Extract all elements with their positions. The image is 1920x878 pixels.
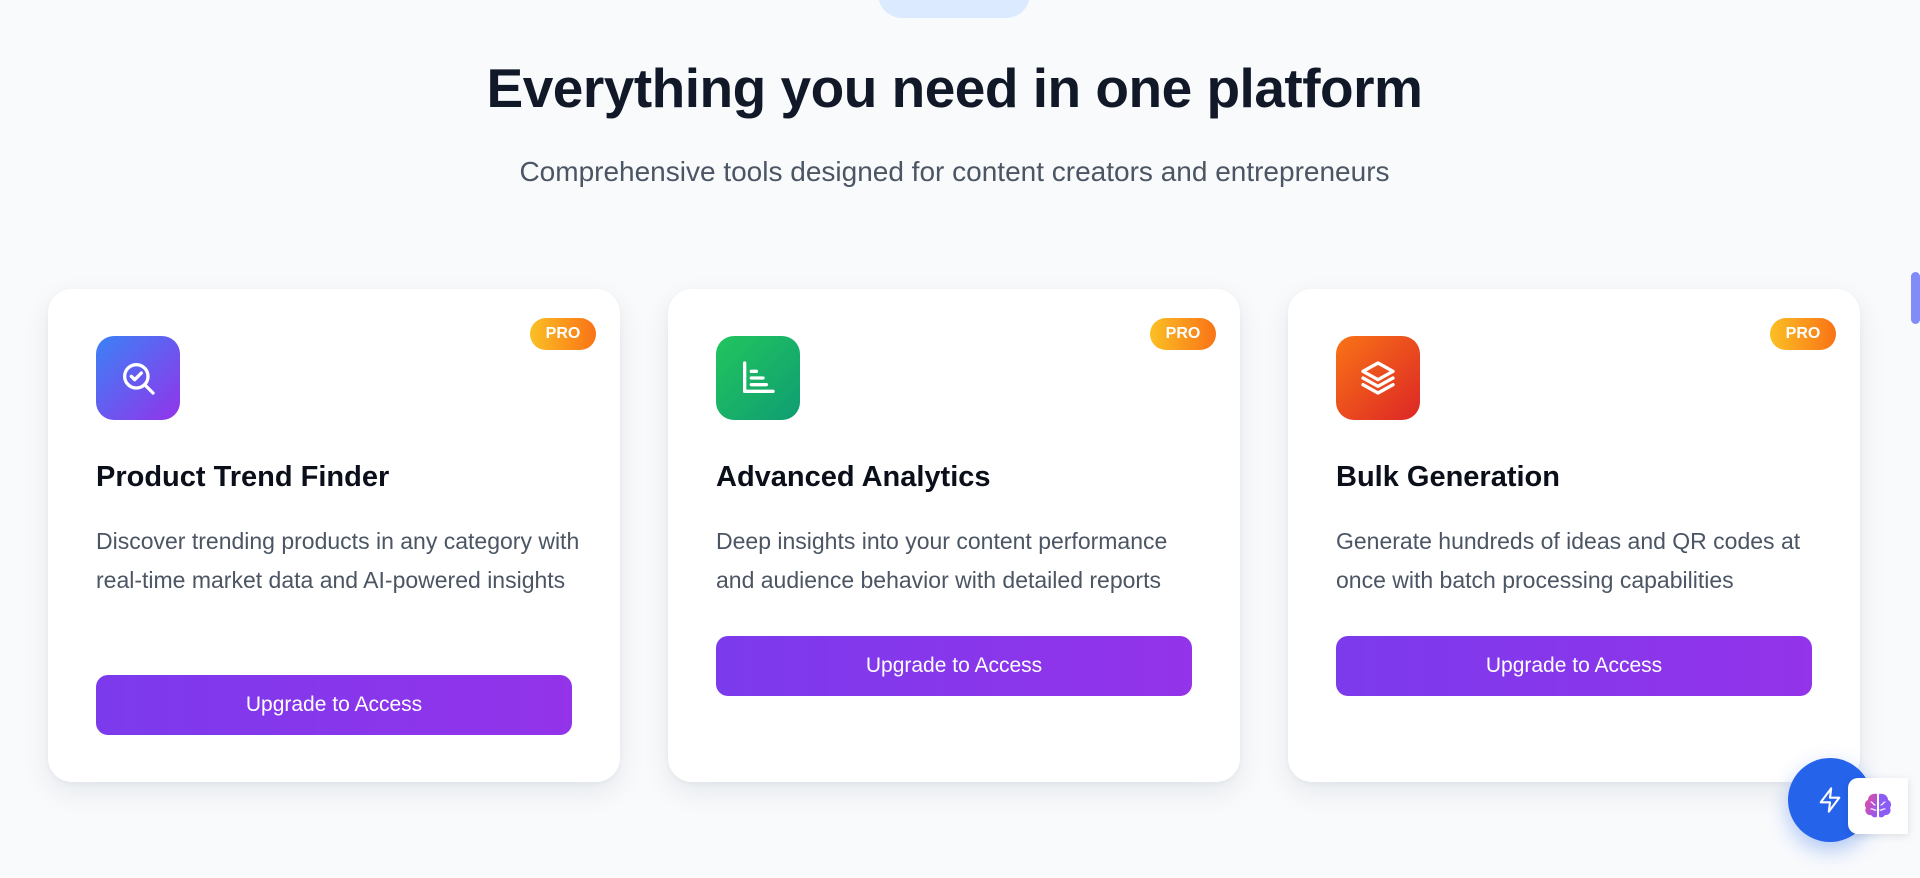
card-description: Deep insights into your content performa… (716, 528, 1168, 593)
card-title: Product Trend Finder (96, 461, 390, 493)
card-title: Advanced Analytics (716, 461, 991, 493)
search-check-icon (96, 336, 180, 420)
pro-badge: PRO (530, 318, 596, 350)
upgrade-button[interactable]: Upgrade to Access (1336, 636, 1812, 696)
card-title: Bulk Generation (1336, 461, 1560, 493)
section-title: Everything you need in one platform (486, 57, 1423, 119)
section-pill (878, 0, 1030, 18)
layers-icon (1336, 336, 1420, 420)
bar-chart-icon (716, 336, 800, 420)
feature-cards: PRO Product Trend Finder Discover trendi… (48, 289, 1860, 782)
feature-card-bulk-generation: PRO Bulk Generation Generate hundreds of… (1288, 289, 1860, 782)
lightning-icon (1819, 787, 1841, 813)
card-description: Generate hundreds of ideas and QR codes … (1336, 528, 1801, 593)
card-description: Discover trending products in any catego… (96, 528, 580, 593)
upgrade-button[interactable]: Upgrade to Access (716, 636, 1192, 696)
page: Everything you need in one platform Comp… (0, 0, 1920, 878)
pro-badge: PRO (1150, 318, 1216, 350)
pro-badge: PRO (1770, 318, 1836, 350)
brain-icon (1864, 793, 1892, 818)
feature-card-advanced-analytics: PRO Advanced Analytics Deep insights int… (668, 289, 1240, 782)
feature-card-product-trend-finder: PRO Product Trend Finder Discover trendi… (48, 289, 620, 782)
scrollbar-thumb[interactable] (1911, 272, 1920, 324)
upgrade-button[interactable]: Upgrade to Access (96, 675, 572, 735)
assistant-tab[interactable] (1848, 778, 1908, 834)
section-subtitle: Comprehensive tools designed for content… (519, 156, 1390, 187)
